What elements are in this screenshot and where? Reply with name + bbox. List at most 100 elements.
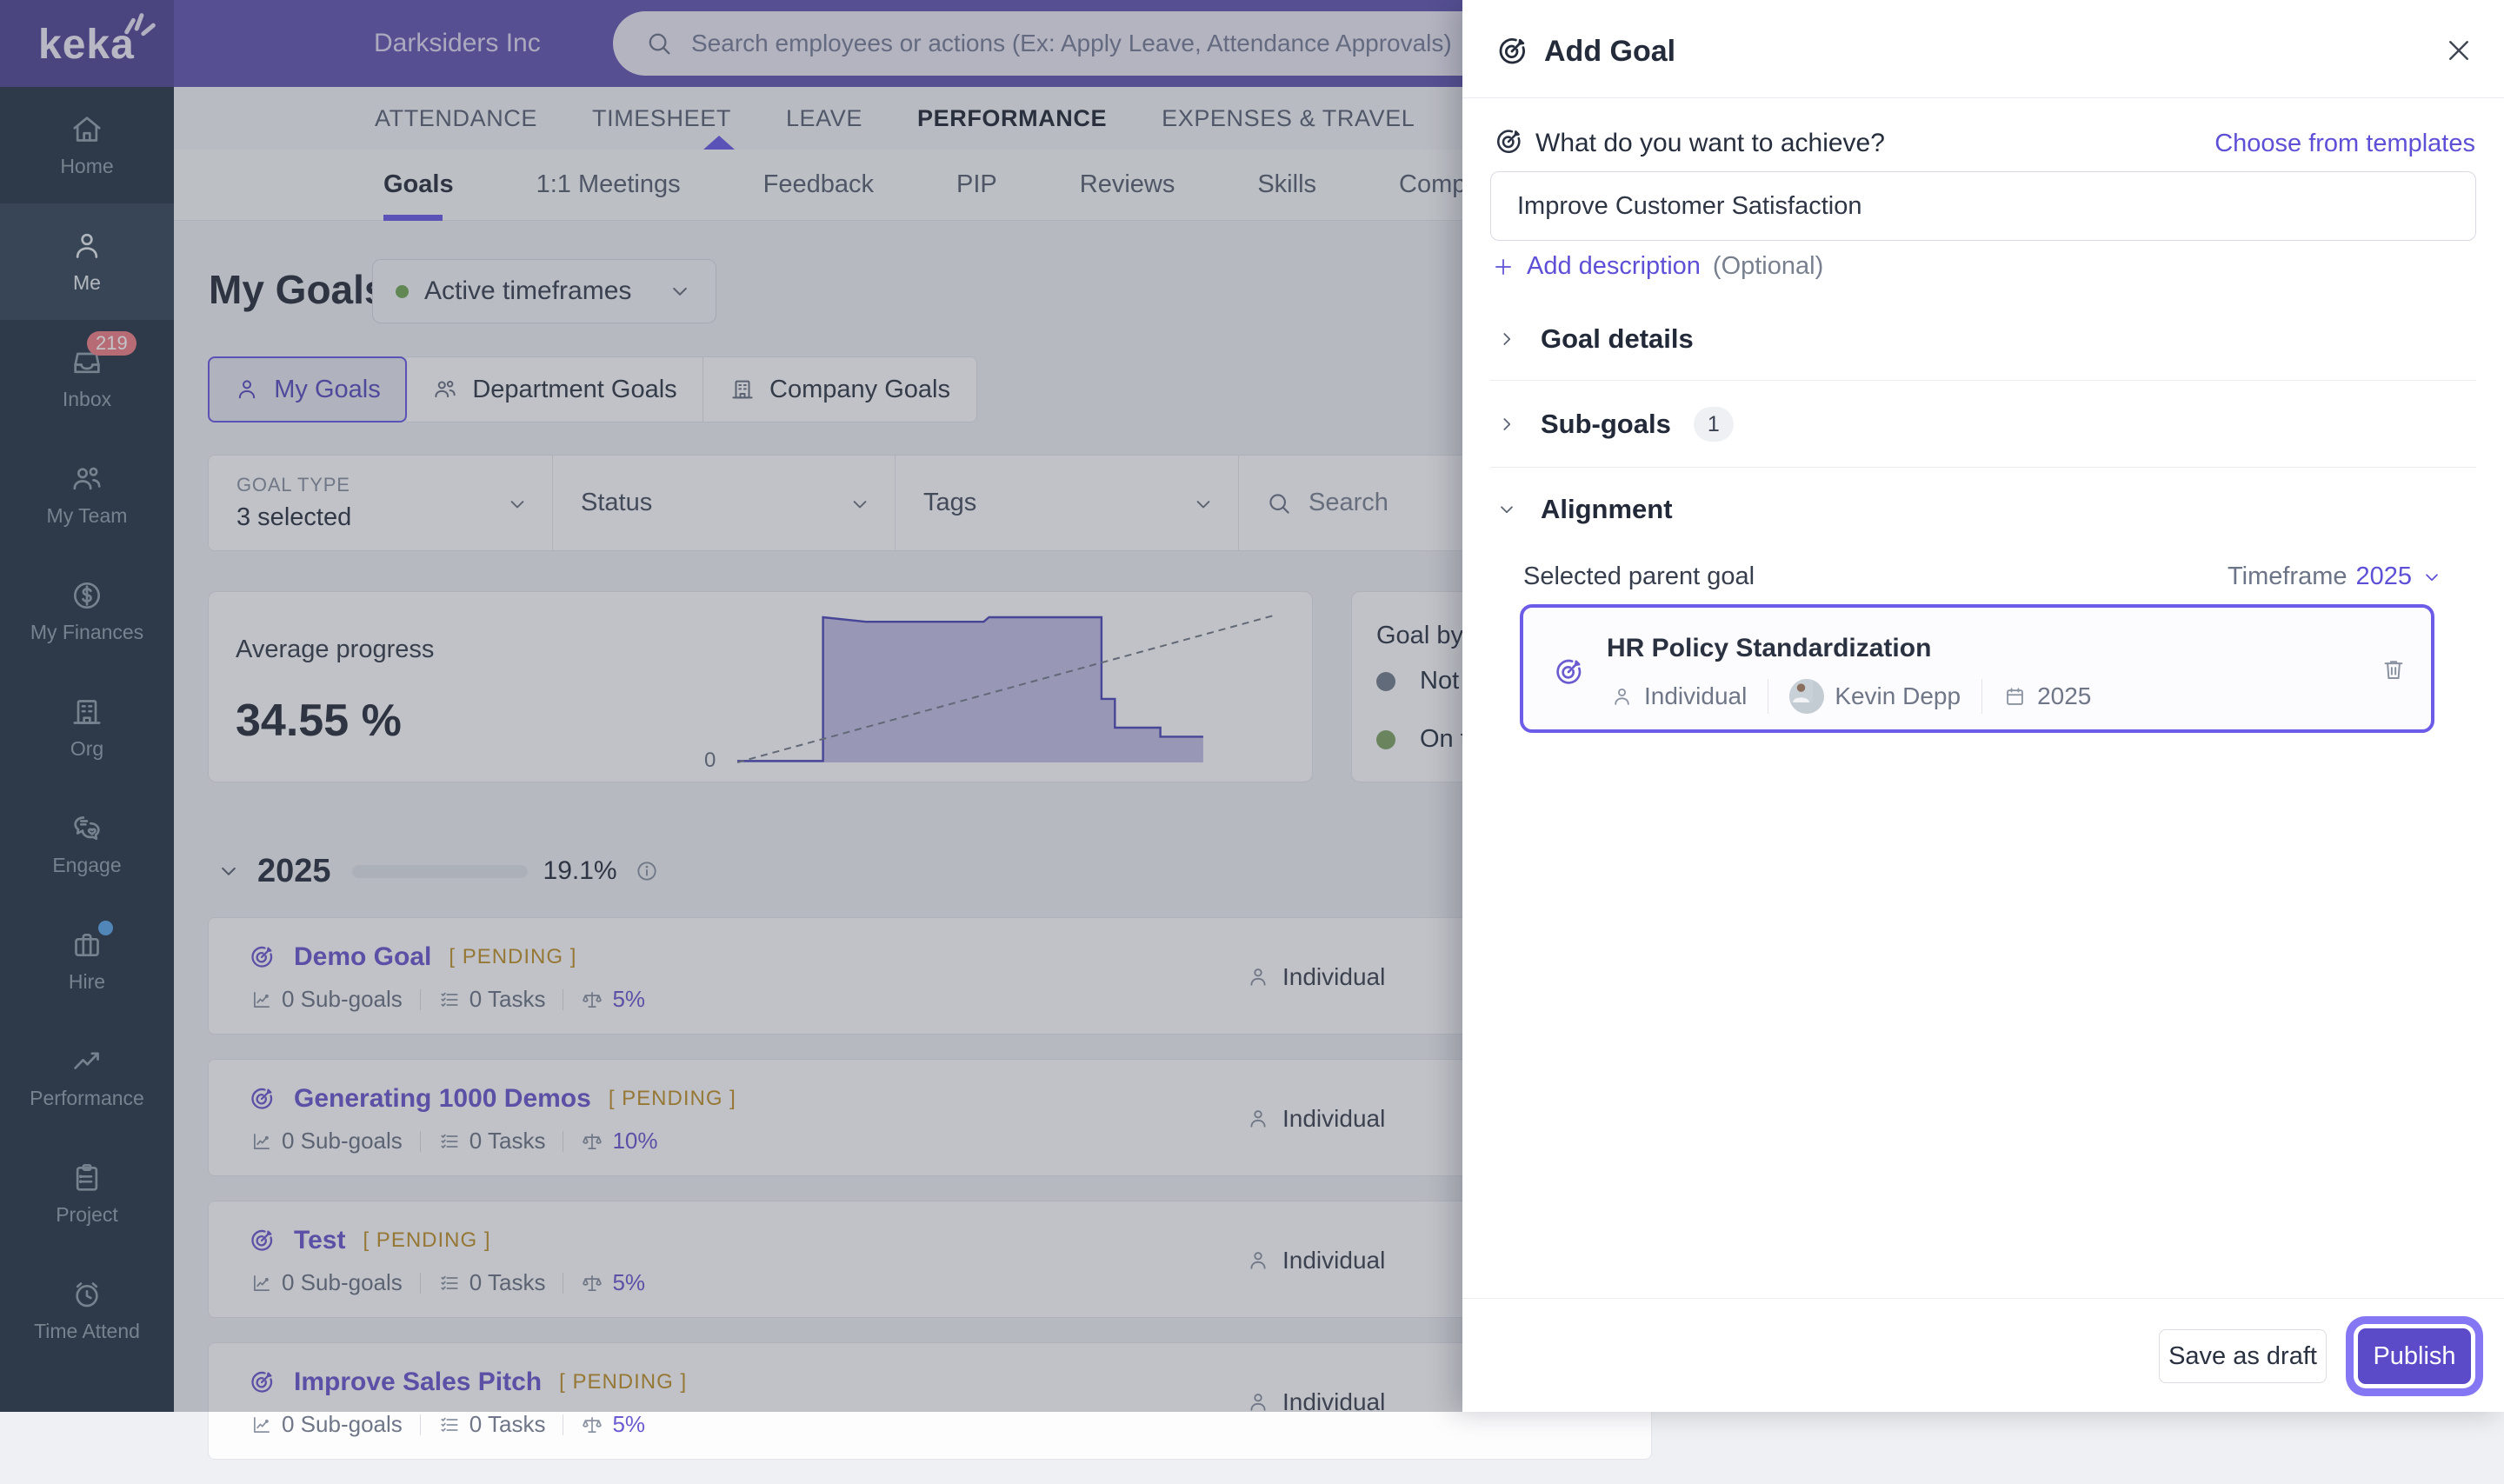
goal-row-demo-goal[interactable]: Demo Goal [ PENDING ] 0 Sub-goals 0 Task… <box>208 917 1652 1035</box>
section-goal-details[interactable]: Goal details <box>1495 323 1694 355</box>
sidebar-item-hire[interactable]: Hire <box>0 902 174 1019</box>
inbox-icon: 219 <box>70 345 104 380</box>
person-icon <box>1610 685 1634 709</box>
people-icon <box>432 376 458 403</box>
parent-goal-owner: Kevin Depp <box>1835 682 1961 710</box>
sidebar-item-performance[interactable]: Performance <box>0 1019 174 1135</box>
timeframe-group-row[interactable]: 2025 19.1% <box>216 848 659 894</box>
average-progress-card: Average progress 34.55 % 0 <box>208 591 1313 782</box>
nav-tab-timesheet[interactable]: TIMESHEET <box>592 105 731 132</box>
subnav-tab-goals[interactable]: Goals <box>383 150 454 221</box>
goal-target-icon <box>1551 655 1586 689</box>
nav-tab-leave[interactable]: LEAVE <box>786 105 862 132</box>
parent-goal-card[interactable]: HR Policy Standardization Individual Kev… <box>1520 604 2434 733</box>
sidebar-item-my-team[interactable]: My Team <box>0 436 174 553</box>
nav-tab-performance[interactable]: PERFORMANCE <box>917 105 1107 132</box>
divider <box>1490 380 2476 381</box>
parent-goal-meta: Individual Kevin Depp 2025 <box>1610 679 2091 714</box>
goal-meta: 0 Sub-goals 0 Tasks 10% <box>250 1128 658 1155</box>
legend-dot-icon <box>1376 730 1395 749</box>
sidebar-item-engage[interactable]: Engage <box>0 786 174 902</box>
goal-status-badge: [ PENDING ] <box>449 945 576 969</box>
org-icon <box>70 695 104 729</box>
goal-title[interactable]: Test <box>294 1226 345 1255</box>
person-icon <box>1246 1390 1270 1414</box>
goal-status-badge: [ PENDING ] <box>363 1228 490 1253</box>
goal-target-icon <box>247 1226 276 1255</box>
chart-zero-label: 0 <box>704 749 716 773</box>
goal-target-icon <box>247 1368 276 1397</box>
sidebar: Home Me 219 Inbox My Team My Finances <box>0 87 174 1412</box>
sidebar-item-inbox[interactable]: 219 Inbox <box>0 320 174 436</box>
add-description-button[interactable]: Add description (Optional) <box>1492 252 1823 281</box>
timeframe-filter-dropdown[interactable]: Active timeframes <box>372 259 716 323</box>
divider <box>1462 97 2504 98</box>
goal-owner-type: Individual <box>1246 1060 1385 1177</box>
nav-tab-attendance[interactable]: ATTENDANCE <box>375 105 537 132</box>
panel-title: Add Goal <box>1544 35 1675 69</box>
tags-filter[interactable]: Tags <box>896 456 1239 550</box>
parent-goal-type: Individual <box>1644 682 1747 710</box>
goal-meta: 0 Sub-goals 0 Tasks 5% <box>250 986 645 1013</box>
sidebar-item-me[interactable]: Me <box>0 203 174 320</box>
subnav-tab-skills[interactable]: Skills <box>1257 150 1316 221</box>
status-filter[interactable]: Status <box>553 456 896 550</box>
keka-logo[interactable]: keka <box>0 0 174 87</box>
weight-icon <box>581 1130 603 1153</box>
goal-target-icon <box>247 942 276 972</box>
sub-goals-count-badge: 1 <box>1694 407 1734 442</box>
goal-type-label: GOAL TYPE <box>236 474 350 496</box>
person-icon <box>70 229 104 263</box>
tab-department-goals[interactable]: Department Goals <box>407 356 703 423</box>
goal-title[interactable]: Improve Sales Pitch <box>294 1368 542 1397</box>
global-search-input[interactable] <box>689 29 1559 58</box>
sidebar-item-time-attend[interactable]: Time Attend <box>0 1252 174 1368</box>
sidebar-item-my-finances[interactable]: My Finances <box>0 553 174 669</box>
choose-templates-link[interactable]: Choose from templates <box>2214 130 2475 158</box>
goal-question-label: What do you want to achieve? <box>1535 129 1885 158</box>
parent-goal-title: HR Policy Standardization <box>1607 634 1931 663</box>
subgoals-icon <box>250 988 273 1011</box>
chevron-down-icon <box>1191 492 1215 516</box>
subnav-tab-reviews[interactable]: Reviews <box>1080 150 1175 221</box>
sidebar-item-project[interactable]: Project <box>0 1135 174 1252</box>
subnav-tab-pip[interactable]: PIP <box>956 150 997 221</box>
timeframe-progress-value: 19.1% <box>543 856 617 886</box>
close-icon[interactable] <box>2443 35 2474 66</box>
sidebar-item-org[interactable]: Org <box>0 669 174 786</box>
goal-title[interactable]: Generating 1000 Demos <box>294 1084 591 1114</box>
subnav-tab-feedback[interactable]: Feedback <box>763 150 874 221</box>
trash-icon[interactable] <box>2381 656 2407 682</box>
inbox-count-badge: 219 <box>87 331 137 356</box>
calendar-icon <box>2003 685 2027 709</box>
time-icon <box>70 1277 104 1312</box>
add-goal-panel: Add Goal What do you want to achieve? Ch… <box>1462 0 2504 1412</box>
goal-owner-type: Individual <box>1246 1201 1385 1319</box>
save-as-draft-button[interactable]: Save as draft <box>2159 1329 2327 1383</box>
goal-title[interactable]: Demo Goal <box>294 942 431 972</box>
nav-tab-expenses-travel[interactable]: EXPENSES & TRAVEL <box>1162 105 1415 132</box>
subnav-tab-1-1-meetings[interactable]: 1:1 Meetings <box>536 150 681 221</box>
section-sub-goals[interactable]: Sub-goals 1 <box>1495 407 1734 442</box>
tab-my-goals[interactable]: My Goals <box>208 356 407 423</box>
section-alignment[interactable]: Alignment <box>1495 494 1673 525</box>
chevron-down-icon <box>505 492 529 516</box>
active-dot-icon <box>396 285 409 298</box>
tab-company-goals[interactable]: Company Goals <box>703 356 977 423</box>
logo-spark-icon <box>120 9 160 40</box>
publish-button[interactable]: Publish <box>2358 1328 2471 1384</box>
finances-icon <box>70 578 104 613</box>
info-icon[interactable] <box>635 859 659 883</box>
chevron-down-icon <box>848 492 872 516</box>
goal-type-filter[interactable]: GOAL TYPE 3 selected <box>209 456 553 550</box>
sidebar-item-home[interactable]: Home <box>0 87 174 203</box>
goal-row-improve-sales-pitch[interactable]: Improve Sales Pitch [ PENDING ] 0 Sub-go… <box>208 1342 1652 1460</box>
goal-meta: 0 Sub-goals 0 Tasks 5% <box>250 1269 645 1296</box>
goal-row-generating-1000-demos[interactable]: Generating 1000 Demos [ PENDING ] 0 Sub-… <box>208 1059 1652 1176</box>
goal-name-input[interactable] <box>1490 171 2476 241</box>
timeframe-picker[interactable]: Timeframe 2025 <box>2228 562 2443 591</box>
average-progress-value: 34.55 % <box>236 695 402 747</box>
plus-icon <box>1492 256 1515 278</box>
goal-status-badge: [ PENDING ] <box>559 1370 687 1394</box>
goal-row-test[interactable]: Test [ PENDING ] 0 Sub-goals 0 Tasks 5% … <box>208 1201 1652 1318</box>
